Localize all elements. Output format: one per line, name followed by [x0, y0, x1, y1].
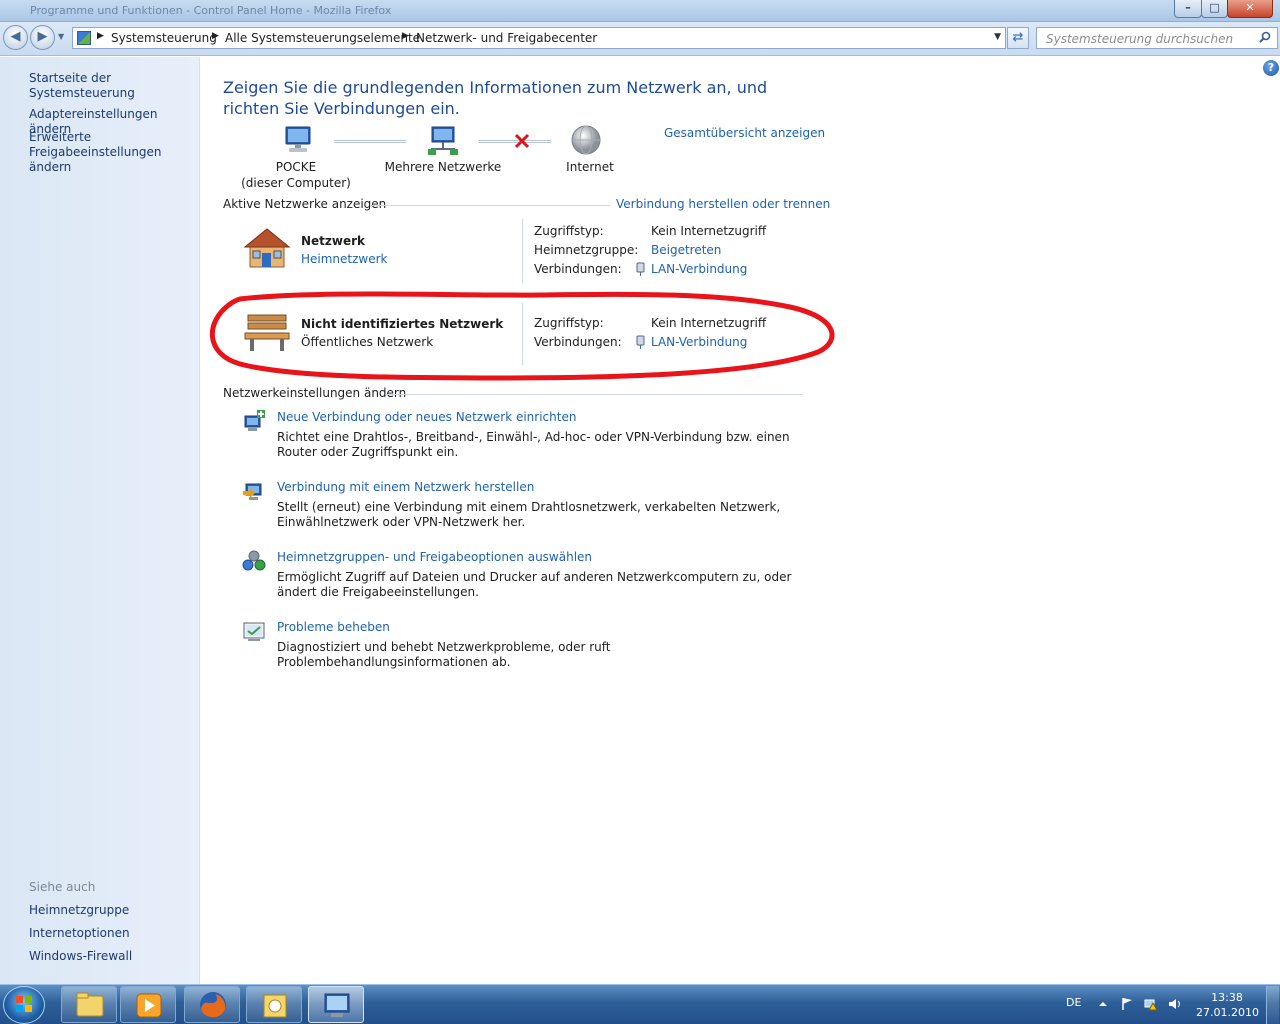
- map-label-internet: Internet: [566, 160, 614, 174]
- disconnected-x-icon: [514, 133, 530, 149]
- sidebar: Startseite der Systemsteuerung Adapterei…: [0, 57, 200, 984]
- task-desc-new-connection: Richtet eine Drahtlos-, Breitband-, Einw…: [277, 430, 790, 459]
- see-also-firewall[interactable]: Windows-Firewall: [29, 949, 132, 964]
- lan-connection-link[interactable]: LAN-Verbindung: [651, 262, 747, 276]
- close-button[interactable]: ✕: [1227, 0, 1273, 18]
- taskbar: DE 13:38 27.01.2010: [0, 984, 1280, 1024]
- minimize-button[interactable]: –: [1174, 0, 1202, 18]
- window-title: Programme und Funktionen - Control Panel…: [30, 4, 392, 17]
- search-icon[interactable]: [1259, 31, 1271, 43]
- task-link-troubleshoot[interactable]: Probleme beheben: [277, 620, 390, 634]
- taskbar-control-panel[interactable]: [308, 986, 364, 1023]
- homegroup-label: Heimnetzgruppe:: [534, 243, 639, 257]
- breadcrumb-all-items[interactable]: Alle Systemsteuerungselemente: [225, 31, 420, 45]
- show-desktop-button[interactable]: [1266, 986, 1279, 1024]
- breadcrumb-separator-icon[interactable]: ▶: [212, 31, 219, 41]
- map-label-multiple-networks: Mehrere Netzwerke: [384, 160, 502, 174]
- red-annotation-ellipse: [210, 291, 835, 381]
- active-networks-heading: Aktive Netzwerke anzeigen: [223, 197, 387, 211]
- network-name: Netzwerk: [301, 234, 366, 248]
- see-also-heading: Siehe auch: [29, 880, 96, 894]
- history-dropdown-icon[interactable]: ▼: [58, 32, 64, 41]
- new-connection-icon: [244, 410, 265, 431]
- show-hidden-icons-icon[interactable]: [1096, 997, 1110, 1011]
- task-desc-troubleshoot: Diagnostiziert und behebt Netzwerkproble…: [277, 640, 611, 669]
- connection-line: [334, 140, 406, 143]
- search-placeholder: Systemsteuerung durchsuchen: [1046, 32, 1234, 46]
- change-settings-heading: Netzwerkeinstellungen ändern: [223, 386, 407, 400]
- computer-name: POCKE: [275, 160, 317, 174]
- language-indicator[interactable]: DE: [1066, 996, 1081, 1009]
- control-panel-icon: [77, 31, 91, 45]
- breadcrumb-network-center[interactable]: Netzwerk- und Freigabecenter: [416, 31, 597, 45]
- taskbar-calendar[interactable]: [246, 986, 302, 1023]
- homegroup-value-link[interactable]: Beigetreten: [651, 243, 721, 257]
- access-type-value: Kein Internetzugriff: [651, 224, 767, 238]
- back-button[interactable]: ◀: [3, 25, 28, 50]
- full-map-link[interactable]: Gesamtübersicht anzeigen: [664, 126, 825, 140]
- refresh-icon: ⇄: [1012, 30, 1024, 45]
- sidebar-link-home[interactable]: Startseite der Systemsteuerung: [29, 71, 199, 101]
- action-center-flag-icon[interactable]: [1120, 997, 1134, 1011]
- task-link-new-connection[interactable]: Neue Verbindung oder neues Netzwerk einr…: [277, 410, 576, 424]
- calendar-icon: [263, 994, 287, 1018]
- breadcrumb-control-panel[interactable]: Systemsteuerung: [111, 31, 217, 45]
- start-button[interactable]: [3, 986, 45, 1024]
- task-desc-homegroup-options: Ermöglicht Zugriff auf Dateien und Druck…: [277, 570, 792, 599]
- troubleshoot-icon: [243, 622, 265, 641]
- breadcrumb-separator-icon[interactable]: ▶: [97, 31, 104, 41]
- task-link-homegroup-options[interactable]: Heimnetzgruppen- und Freigabeoptionen au…: [277, 550, 592, 564]
- refresh-button[interactable]: ⇄: [1007, 27, 1029, 49]
- task-link-connect-network[interactable]: Verbindung mit einem Netzwerk herstellen: [277, 480, 534, 494]
- connect-disconnect-link[interactable]: Verbindung herstellen oder trennen: [616, 197, 830, 211]
- divider: [386, 394, 802, 395]
- page-title: Zeigen Sie die grundlegenden Information…: [223, 78, 768, 118]
- computer-icon: [285, 126, 311, 152]
- address-row: ◀ ▶ ▼ ▶ Systemsteuerung ▶ Alle Systemste…: [0, 22, 1280, 56]
- search-input[interactable]: Systemsteuerung durchsuchen: [1036, 27, 1278, 49]
- clock[interactable]: 13:38 27.01.2010: [1196, 990, 1259, 1020]
- multiple-networks-icon: [428, 126, 458, 155]
- forward-button[interactable]: ▶: [30, 25, 55, 50]
- breadcrumb-separator-icon[interactable]: ▶: [402, 31, 409, 41]
- folder-icon: [76, 992, 104, 1017]
- taskbar-explorer[interactable]: [61, 986, 117, 1023]
- divider: [522, 219, 523, 283]
- divider: [370, 205, 610, 206]
- see-also-internet-options[interactable]: Internetoptionen: [29, 926, 130, 941]
- arrow-left-icon: ◀: [10, 29, 21, 44]
- connect-network-icon: [243, 483, 262, 500]
- media-player-icon: [136, 993, 162, 1018]
- network-type-link[interactable]: Heimnetzwerk: [301, 252, 388, 266]
- taskbar-firefox[interactable]: [184, 986, 240, 1023]
- address-bar[interactable]: ▶ Systemsteuerung ▶ Alle Systemsteuerung…: [72, 27, 1006, 49]
- control-panel-icon: [324, 993, 350, 1017]
- windows-logo-icon: [16, 996, 32, 1012]
- clock-date: 27.01.2010: [1196, 1006, 1259, 1019]
- network-status-icon[interactable]: [1144, 997, 1158, 1011]
- computer-subtitle: (dieser Computer): [241, 176, 351, 190]
- ethernet-icon: [636, 262, 645, 276]
- see-also-homegroup[interactable]: Heimnetzgruppe: [29, 903, 129, 918]
- task-desc-connect-network: Stellt (erneut) eine Verbindung mit eine…: [277, 500, 781, 529]
- homegroup-sharing-icon: [242, 550, 266, 571]
- title-bar: Programme und Funktionen - Control Panel…: [0, 0, 1280, 22]
- chevron-down-icon[interactable]: ▼: [994, 32, 1001, 42]
- connections-label: Verbindungen:: [534, 262, 622, 276]
- firefox-icon: [200, 992, 226, 1018]
- sidebar-link-sharing[interactable]: Erweiterte Freigabeeinstellungen ändern: [29, 130, 194, 175]
- help-icon[interactable]: ?: [1263, 60, 1279, 76]
- taskbar-media-player[interactable]: [120, 986, 176, 1023]
- volume-icon[interactable]: [1168, 997, 1182, 1011]
- maximize-button[interactable]: □: [1201, 0, 1228, 18]
- home-network-icon[interactable]: [242, 227, 292, 271]
- arrow-right-icon: ▶: [37, 29, 48, 44]
- globe-icon: [571, 125, 601, 155]
- map-label-computer: POCKE (dieser Computer): [240, 159, 352, 191]
- clock-time: 13:38: [1211, 991, 1243, 1004]
- main-content: ? Zeigen Sie die grundlegenden Informati…: [200, 57, 1280, 984]
- access-type-label: Zugriffstyp:: [534, 224, 604, 238]
